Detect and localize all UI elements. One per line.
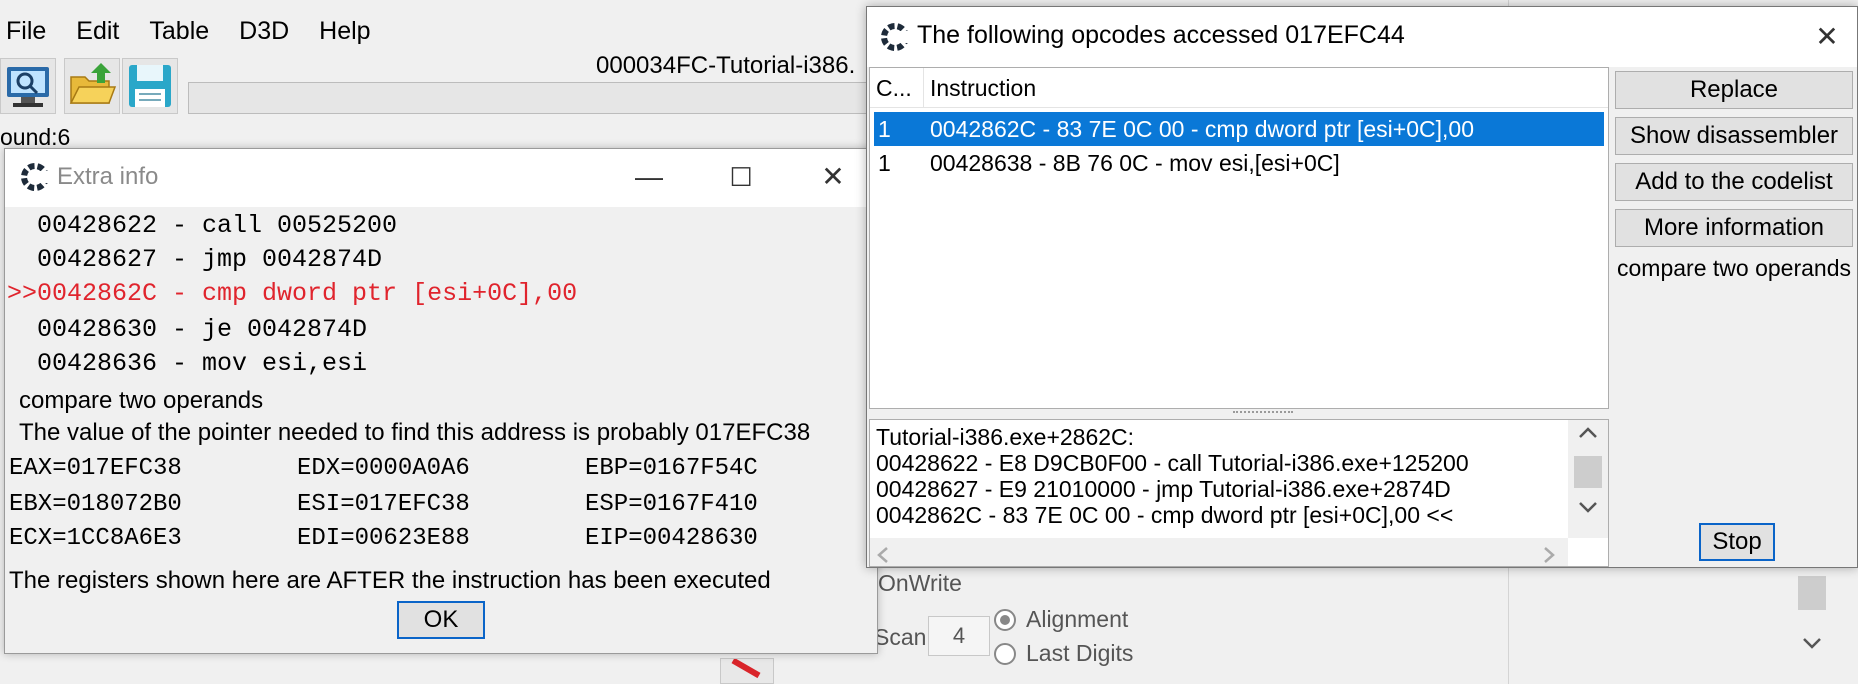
registers-note: The registers shown here are AFTER the i…: [9, 567, 771, 594]
asm-line: 00428627 - jmp 0042874D: [7, 245, 383, 274]
opcode-details[interactable]: Tutorial-i386.exe+2862C: 00428622 - E8 D…: [869, 419, 1609, 567]
register-ebx: EBX=018072B0: [9, 491, 182, 518]
menu-file[interactable]: File: [0, 8, 60, 54]
select-process-button[interactable]: [0, 58, 56, 114]
opcode-count: 1: [878, 116, 891, 142]
process-title: 000034FC-Tutorial-i386.: [596, 52, 856, 79]
instruction-description: compare two operands: [19, 387, 264, 414]
asm-line: 00428630 - je 0042874D: [7, 315, 368, 344]
opcode-list[interactable]: C... Instruction 1 0042862C - 83 7E 0C 0…: [869, 67, 1609, 409]
extra-info-dialog: Extra info — ☐ ✕ 00428622 - call 0052520…: [4, 148, 878, 654]
detail-line: Tutorial-i386.exe+2862C:: [876, 424, 1135, 450]
onwrite-label: OnWrite: [878, 570, 962, 596]
found-count-label: ound:6: [0, 124, 71, 150]
menu-d3d[interactable]: D3D: [233, 8, 303, 54]
opcode-row-selected[interactable]: 1 0042862C - 83 7E 0C 00 - cmp dword ptr…: [874, 112, 1604, 146]
register-esi: ESI=017EFC38: [297, 491, 470, 518]
chevron-down-icon[interactable]: [1802, 630, 1822, 656]
close-icon[interactable]: ✕: [1807, 17, 1847, 57]
opcode-instruction: 00428638 - 8B 76 0C - mov esi,[esi+0C]: [930, 150, 1340, 176]
register-esp: ESP=0167F410: [585, 491, 758, 518]
register-ebp: EBP=0167F54C: [585, 455, 758, 482]
radio-alignment[interactable]: Alignment: [994, 606, 1128, 633]
register-ecx: ECX=1CC8A6E3: [9, 525, 182, 552]
splitter-handle[interactable]: [1233, 411, 1293, 415]
opcode-list-header: C... Instruction: [870, 68, 1608, 108]
opcodes-title: The following opcodes accessed 017EFC44: [917, 21, 1405, 49]
opcode-description: compare two operands: [1617, 255, 1851, 281]
radio-circle[interactable]: [994, 642, 1016, 665]
show-disassembler-button[interactable]: Show disassembler: [1615, 117, 1853, 155]
detail-line: 0042862C - 83 7E 0C 00 - cmp dword ptr […: [876, 502, 1454, 528]
detail-line: 00428627 - E9 21010000 - jmp Tutorial-i3…: [876, 476, 1451, 502]
details-vertical-scrollbar[interactable]: [1568, 420, 1608, 538]
column-header-count[interactable]: C...: [870, 68, 924, 108]
fast-scan-input[interactable]: 4: [928, 616, 990, 656]
scroll-thumb[interactable]: [1798, 576, 1826, 610]
fast-scan-label: Scan: [874, 624, 927, 650]
stop-button[interactable]: Stop: [1699, 523, 1775, 561]
save-button[interactable]: [122, 58, 178, 114]
extra-info-title: Extra info: [57, 163, 159, 190]
add-to-codelist-button[interactable]: Add to the codelist: [1615, 163, 1853, 201]
chevron-down-icon[interactable]: [1578, 500, 1598, 514]
register-edx: EDX=0000A0A6: [297, 455, 470, 482]
minimize-icon[interactable]: —: [629, 157, 669, 197]
open-folder-icon: [69, 63, 117, 104]
opcode-count: 1: [878, 150, 891, 176]
more-information-button[interactable]: More information: [1615, 209, 1853, 247]
opcodes-dialog: The following opcodes accessed 017EFC44 …: [866, 6, 1858, 568]
menu-bar: File Edit Table D3D Help: [0, 8, 395, 54]
opcodes-titlebar[interactable]: The following opcodes accessed 017EFC44 …: [867, 7, 1857, 67]
memory-view-tool-icon[interactable]: [720, 658, 774, 684]
scan-progress-bar: [188, 82, 868, 114]
open-button[interactable]: [64, 58, 120, 114]
opcode-row[interactable]: 1 00428638 - 8B 76 0C - mov esi,[esi+0C]: [874, 146, 1604, 180]
cheat-engine-logo-icon: [881, 23, 911, 51]
register-eip: EIP=00428630: [585, 525, 758, 552]
save-icon: [129, 65, 171, 107]
menu-help[interactable]: Help: [313, 8, 384, 54]
register-edi: EDI=00623E88: [297, 525, 470, 552]
chevron-left-icon[interactable]: [876, 546, 890, 564]
radio-circle[interactable]: [994, 608, 1016, 631]
chevron-right-icon[interactable]: [1542, 546, 1556, 564]
extra-info-titlebar[interactable]: Extra info — ☐ ✕: [5, 149, 877, 207]
details-horizontal-scrollbar[interactable]: [870, 538, 1568, 566]
maximize-icon[interactable]: ☐: [721, 157, 761, 197]
radio-last-digits[interactable]: Last Digits: [994, 640, 1133, 667]
radio-alignment-label: Alignment: [1026, 606, 1129, 632]
detail-line: 00428622 - E8 D9CB0F00 - call Tutorial-i…: [876, 450, 1469, 476]
replace-button[interactable]: Replace: [1615, 71, 1853, 109]
ok-button[interactable]: OK: [397, 601, 485, 639]
computer-icon: [7, 67, 49, 107]
cheat-engine-logo-icon: [21, 163, 51, 191]
asm-line-current: >>0042862C - cmp dword ptr [esi+0C],00: [7, 279, 578, 308]
pointer-value-text: The value of the pointer needed to find …: [19, 419, 811, 446]
radio-last-digits-label: Last Digits: [1026, 640, 1134, 666]
asm-line: 00428622 - call 00525200: [7, 211, 398, 240]
register-eax: EAX=017EFC38: [9, 455, 182, 482]
menu-table[interactable]: Table: [143, 8, 223, 54]
column-header-instruction[interactable]: Instruction: [924, 68, 1608, 108]
chevron-up-icon[interactable]: [1578, 426, 1598, 440]
asm-line: 00428636 - mov esi,esi: [7, 349, 368, 378]
close-icon[interactable]: ✕: [813, 157, 853, 197]
scroll-thumb[interactable]: [1574, 456, 1602, 488]
menu-edit[interactable]: Edit: [70, 8, 133, 54]
opcode-instruction: 0042862C - 83 7E 0C 00 - cmp dword ptr […: [930, 116, 1474, 142]
address-list-scrollbar[interactable]: [1792, 560, 1832, 684]
